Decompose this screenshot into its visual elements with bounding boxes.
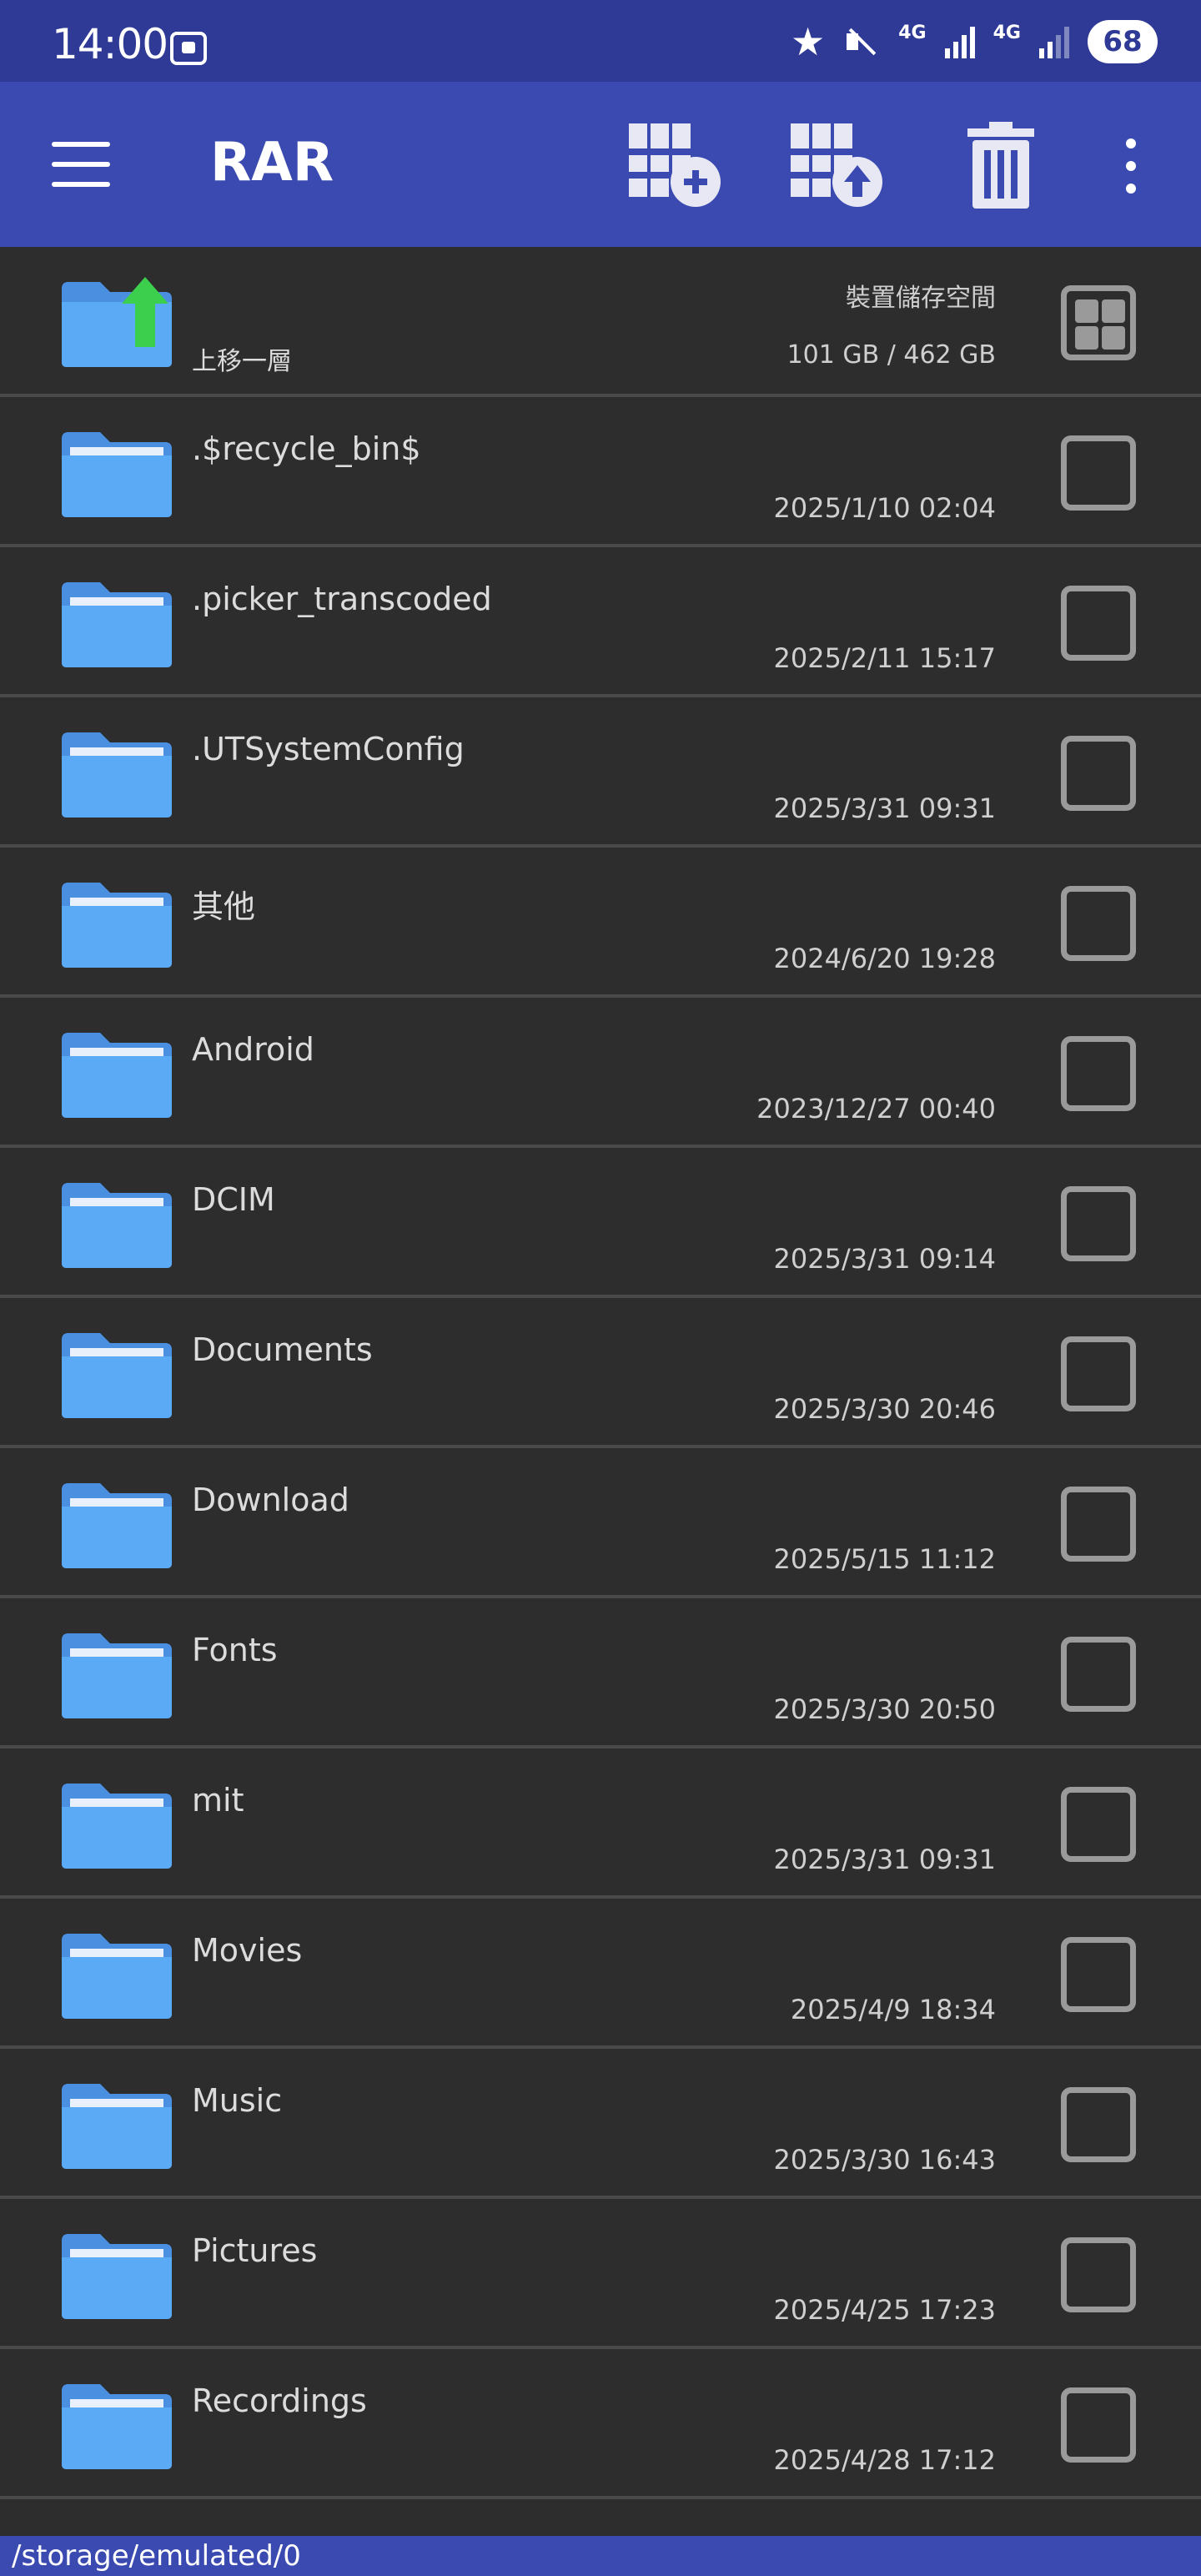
- folder-up-icon: [58, 277, 175, 369]
- folder-row[interactable]: Pictures 2025/4/25 17:23: [0, 2199, 1201, 2349]
- folder-name: Download: [192, 1482, 349, 1518]
- folder-date: 2024/6/20 19:28: [773, 943, 996, 974]
- current-path: /storage/emulated/0: [0, 2536, 1201, 2576]
- folder-date: 2025/3/30 16:43: [773, 2144, 996, 2176]
- folder-date: 2025/3/30 20:46: [773, 1393, 996, 1425]
- folder-row[interactable]: Download 2025/5/15 11:12: [0, 1448, 1201, 1598]
- folder-icon: [58, 1028, 175, 1119]
- select-checkbox[interactable]: [1061, 1637, 1136, 1712]
- select-checkbox[interactable]: [1061, 886, 1136, 961]
- select-checkbox[interactable]: [1061, 586, 1136, 661]
- folder-icon: [58, 2229, 175, 2321]
- select-checkbox[interactable]: [1061, 736, 1136, 811]
- folder-name: Music: [192, 2082, 283, 2119]
- select-checkbox[interactable]: [1061, 435, 1136, 511]
- network-type-2: 4G: [992, 23, 1021, 43]
- trash-icon[interactable]: [951, 120, 1051, 212]
- folder-name: Recordings: [192, 2382, 367, 2419]
- folder-name: .$recycle_bin$: [192, 430, 421, 467]
- star-icon: ★: [791, 19, 826, 64]
- folder-date: 2025/1/10 02:04: [773, 492, 996, 524]
- extract-icon[interactable]: [787, 120, 887, 212]
- folder-date: 2025/4/25 17:23: [773, 2294, 996, 2326]
- folder-name: 其他: [192, 888, 256, 925]
- folder-row[interactable]: Documents 2025/3/30 20:46: [0, 1298, 1201, 1448]
- folder-date: 2025/4/9 18:34: [790, 1994, 996, 2025]
- folder-icon: [58, 1478, 175, 1570]
- folder-row[interactable]: mit 2025/3/31 09:31: [0, 1748, 1201, 1899]
- parent-folder-label: 上移一層: [192, 347, 292, 376]
- folder-icon: [58, 1178, 175, 1270]
- folder-date: 2025/3/31 09:14: [773, 1243, 996, 1275]
- folder-row[interactable]: .$recycle_bin$ 2025/1/10 02:04: [0, 397, 1201, 547]
- signal-icon-2: [1039, 25, 1069, 58]
- file-list: 上移一層 裝置儲存空間 101 GB / 462 GB .$recycle_bi…: [0, 247, 1201, 2499]
- folder-row[interactable]: .picker_transcoded 2025/2/11 15:17: [0, 547, 1201, 697]
- folder-row[interactable]: Recordings 2025/4/28 17:12: [0, 2349, 1201, 2499]
- select-checkbox[interactable]: [1061, 2387, 1136, 2463]
- select-checkbox[interactable]: [1061, 2237, 1136, 2312]
- folder-name: Fonts: [192, 1632, 278, 1668]
- folder-row[interactable]: 其他 2024/6/20 19:28: [0, 848, 1201, 998]
- network-type-1: 4G: [898, 23, 927, 43]
- folder-icon: [58, 727, 175, 819]
- folder-name: Movies: [192, 1932, 303, 1969]
- folder-name: Documents: [192, 1331, 373, 1368]
- folder-row[interactable]: Android 2023/12/27 00:40: [0, 998, 1201, 1148]
- screenshot-icon: [170, 32, 207, 65]
- hamburger-menu-icon[interactable]: [52, 142, 110, 187]
- folder-name: mit: [192, 1782, 244, 1819]
- folder-date: 2025/3/31 09:31: [773, 792, 996, 824]
- folder-row[interactable]: .UTSystemConfig 2025/3/31 09:31: [0, 697, 1201, 848]
- folder-icon: [58, 1328, 175, 1420]
- app-toolbar: RAR: [0, 82, 1201, 247]
- select-checkbox[interactable]: [1061, 1787, 1136, 1862]
- add-to-archive-icon[interactable]: [626, 120, 726, 212]
- status-indicators: ★ 4G 4G 68: [791, 18, 1158, 65]
- folder-icon: [58, 1779, 175, 1870]
- app-title: RAR: [210, 132, 334, 194]
- status-time: 14:00: [52, 20, 168, 68]
- folder-name: .UTSystemConfig: [192, 731, 465, 767]
- folder-name: DCIM: [192, 1181, 275, 1218]
- folder-icon: [58, 2079, 175, 2171]
- folder-icon: [58, 1628, 175, 1720]
- folder-name: Android: [192, 1031, 314, 1068]
- folder-name: .picker_transcoded: [192, 581, 492, 617]
- folder-date: 2025/2/11 15:17: [773, 642, 996, 674]
- select-checkbox[interactable]: [1061, 1336, 1136, 1411]
- select-checkbox[interactable]: [1061, 1036, 1136, 1111]
- folder-row[interactable]: Music 2025/3/30 16:43: [0, 2049, 1201, 2199]
- folder-date: 2025/3/31 09:31: [773, 1844, 996, 1875]
- folder-icon: [58, 577, 175, 669]
- battery-indicator: 68: [1088, 20, 1158, 63]
- parent-folder-row[interactable]: 上移一層 裝置儲存空間 101 GB / 462 GB: [0, 247, 1201, 397]
- folder-date: 2025/5/15 11:12: [773, 1543, 996, 1575]
- folder-row[interactable]: DCIM 2025/3/31 09:14: [0, 1148, 1201, 1298]
- select-checkbox[interactable]: [1061, 1487, 1136, 1562]
- mute-icon: [843, 23, 880, 60]
- storage-value: 101 GB / 462 GB: [786, 340, 996, 370]
- storage-label: 裝置儲存空間: [846, 284, 996, 313]
- folder-date: 2025/3/30 20:50: [773, 1693, 996, 1725]
- select-checkbox[interactable]: [1061, 1186, 1136, 1261]
- signal-icon: [944, 25, 975, 58]
- more-options-icon[interactable]: [1123, 138, 1139, 194]
- folder-row[interactable]: Fonts 2025/3/30 20:50: [0, 1598, 1201, 1748]
- select-checkbox[interactable]: [1061, 1937, 1136, 2012]
- grid-view-icon[interactable]: [1061, 285, 1136, 360]
- select-checkbox[interactable]: [1061, 2087, 1136, 2162]
- folder-date: 2023/12/27 00:40: [756, 1093, 996, 1124]
- folder-icon: [58, 878, 175, 969]
- status-bar: 14:00 ★ 4G 4G 68: [0, 0, 1201, 82]
- folder-icon: [58, 2379, 175, 2471]
- folder-icon: [58, 1929, 175, 2020]
- folder-row[interactable]: Movies 2025/4/9 18:34: [0, 1899, 1201, 2049]
- folder-name: Pictures: [192, 2232, 318, 2269]
- folder-icon: [58, 427, 175, 519]
- folder-date: 2025/4/28 17:12: [773, 2444, 996, 2476]
